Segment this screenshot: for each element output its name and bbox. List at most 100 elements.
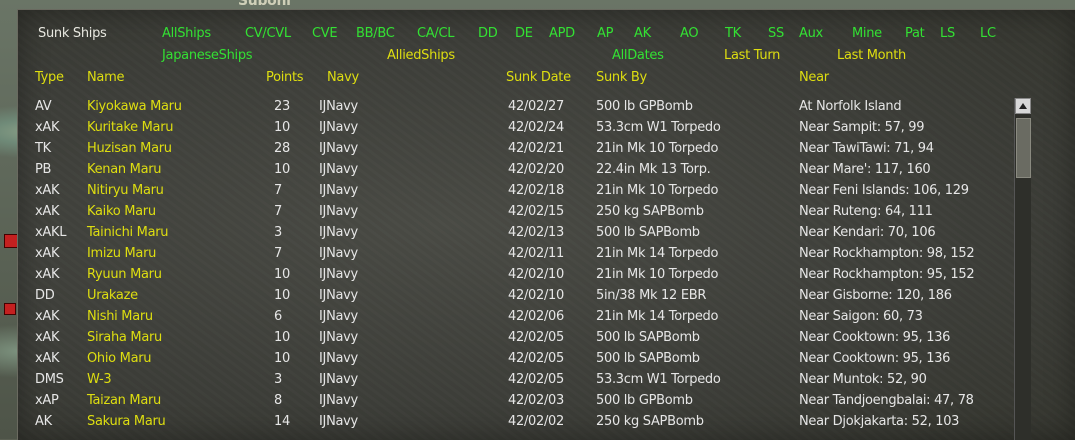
table-row[interactable]: TK Huzisan Maru 28 IJNavy 42/02/21 21in Mk 10… xyxy=(18,141,1003,162)
filter-type-de[interactable]: DE xyxy=(515,26,533,41)
cell-type: xAK xyxy=(35,330,60,345)
table-row[interactable]: DMS W-3 3 IJNavy 42/02/05 53.3cm W1 Torpedo Ne… xyxy=(18,372,1003,393)
cell-type: TK xyxy=(35,141,51,156)
column-header-near[interactable]: Near xyxy=(799,70,829,85)
filter-type-cve[interactable]: CVE xyxy=(312,26,338,41)
cell-navy: IJNavy xyxy=(319,246,358,261)
column-header-sunk-date[interactable]: Sunk Date xyxy=(506,70,571,85)
table-row[interactable]: PB Kenan Maru 10 IJNavy 42/02/20 22.4in Mk 13… xyxy=(18,162,1003,183)
cell-points: 10 xyxy=(274,162,290,177)
scroll-up-arrow-icon[interactable] xyxy=(1015,98,1031,114)
table-row[interactable]: xAK Kaiko Maru 7 IJNavy 42/02/15 250 kg SAPBo… xyxy=(18,204,1003,225)
cell-name[interactable]: Kaiko Maru xyxy=(87,204,156,219)
cell-sunk-by: 500 lb SAPBomb xyxy=(596,225,700,240)
table-row[interactable]: xAKL Tainichi Maru 3 IJNavy 42/02/13 500 lb S… xyxy=(18,225,1003,246)
cell-points: 7 xyxy=(274,246,282,261)
table-row[interactable]: AK Sakura Maru 14 IJNavy 42/02/02 250 kg SAPB… xyxy=(18,414,1003,435)
filter-type-ca-cl[interactable]: CA/CL xyxy=(417,26,454,41)
cell-type: xAK xyxy=(35,309,60,324)
map-base-marker[interactable] xyxy=(4,234,18,248)
cell-near: Near Muntok: 52, 90 xyxy=(799,372,927,387)
cell-points: 14 xyxy=(274,414,290,429)
column-header-points[interactable]: Points xyxy=(266,70,304,85)
filter-last-turn[interactable]: Last Turn xyxy=(724,48,780,63)
scroll-thumb[interactable] xyxy=(1016,118,1031,178)
filter-type-cv-cvl[interactable]: CV/CVL xyxy=(245,26,291,41)
filter-type-lc[interactable]: LC xyxy=(980,26,996,41)
cell-near: Near Mare': 117, 160 xyxy=(799,162,931,177)
cell-sunk-by: 53.3cm W1 Torpedo xyxy=(596,120,721,135)
vertical-scrollbar[interactable] xyxy=(1014,98,1031,440)
cell-name[interactable]: W-3 xyxy=(87,372,112,387)
filter-last-month[interactable]: Last Month xyxy=(837,48,906,63)
cell-navy: IJNavy xyxy=(319,372,358,387)
table-row[interactable]: xAK Imizu Maru 7 IJNavy 42/02/11 21in Mk 14 T… xyxy=(18,246,1003,267)
cell-sunk-date: 42/02/05 xyxy=(508,372,564,387)
filter-type-dd[interactable]: DD xyxy=(478,26,498,41)
filter-type-ap[interactable]: AP xyxy=(597,26,613,41)
cell-navy: IJNavy xyxy=(319,183,358,198)
table-row[interactable]: xAK Nishi Maru 6 IJNavy 42/02/06 21in Mk 14 T… xyxy=(18,309,1003,330)
column-header-type[interactable]: Type xyxy=(35,70,64,85)
table-row[interactable]: xAK Siraha Maru 10 IJNavy 42/02/05 500 lb SAP… xyxy=(18,330,1003,351)
filter-all-dates[interactable]: AllDates xyxy=(612,48,664,63)
cell-points: 3 xyxy=(274,225,282,240)
filter-allied-ships[interactable]: AlliedShips xyxy=(387,48,455,63)
table-row[interactable]: DD Urakaze 10 IJNavy 42/02/10 5in/38 Mk 12 EB… xyxy=(18,288,1003,309)
filter-type-ls[interactable]: LS xyxy=(940,26,955,41)
cell-name[interactable]: Urakaze xyxy=(87,288,138,303)
cell-name[interactable]: Sakura Maru xyxy=(87,414,166,429)
cell-name[interactable]: Siraha Maru xyxy=(87,330,162,345)
cell-name[interactable]: Huzisan Maru xyxy=(87,141,172,156)
filter-type-bb-bc[interactable]: BB/BC xyxy=(356,26,395,41)
cell-type: xAK xyxy=(35,351,60,366)
cell-name[interactable]: Tainichi Maru xyxy=(87,225,169,240)
cell-type: xAKL xyxy=(35,225,67,240)
table-row[interactable]: AV Kiyokawa Maru 23 IJNavy 42/02/27 500 lb GP… xyxy=(18,99,1003,120)
cell-points: 8 xyxy=(274,393,282,408)
cell-name[interactable]: Nitiryu Maru xyxy=(87,183,164,198)
cell-sunk-by: 500 lb SAPBomb xyxy=(596,330,700,345)
cell-sunk-by: 250 kg SAPBomb xyxy=(596,414,704,429)
cell-name[interactable]: Imizu Maru xyxy=(87,246,156,261)
cell-name[interactable]: Nishi Maru xyxy=(87,309,153,324)
filter-type-aux[interactable]: Aux xyxy=(799,26,823,41)
cell-name[interactable]: Taizan Maru xyxy=(87,393,161,408)
cell-sunk-by: 22.4in Mk 13 Torp. xyxy=(596,162,711,177)
filter-type-pat[interactable]: Pat xyxy=(905,26,925,41)
cell-name[interactable]: Kiyokawa Maru xyxy=(87,99,182,114)
cell-points: 10 xyxy=(274,288,290,303)
filter-type-ss[interactable]: SS xyxy=(768,26,784,41)
filter-type-ak[interactable]: AK xyxy=(634,26,651,41)
table-row[interactable]: xAK Ohio Maru 10 IJNavy 42/02/05 500 lb SAPBo… xyxy=(18,351,1003,372)
filter-type-allships[interactable]: AllShips xyxy=(162,26,211,41)
cell-near: Near Kendari: 70, 106 xyxy=(799,225,936,240)
cell-name[interactable]: Kenan Maru xyxy=(87,162,162,177)
cell-sunk-date: 42/02/06 xyxy=(508,309,564,324)
cell-sunk-by: 250 kg SAPBomb xyxy=(596,204,704,219)
table-row[interactable]: xAK Ryuun Maru 10 IJNavy 42/02/10 21in Mk 10 … xyxy=(18,267,1003,288)
filter-japanese-ships[interactable]: JapaneseShips xyxy=(162,48,253,63)
column-header-sunk-by[interactable]: Sunk By xyxy=(596,70,647,85)
filter-type-tk[interactable]: TK xyxy=(725,26,741,41)
map-base-marker[interactable] xyxy=(4,303,16,315)
cell-navy: IJNavy xyxy=(319,204,358,219)
table-row[interactable]: xAP Taizan Maru 8 IJNavy 42/02/03 500 lb GPBo… xyxy=(18,393,1003,414)
window-title: Sunk Ships xyxy=(38,26,107,41)
cell-type: AK xyxy=(35,414,52,429)
column-header-navy[interactable]: Navy xyxy=(327,70,359,85)
table-row[interactable]: xAK Nitiryu Maru 7 IJNavy 42/02/18 21in Mk 10… xyxy=(18,183,1003,204)
cell-sunk-date: 42/02/11 xyxy=(508,246,564,261)
cell-near: Near Tandjoengbalai: 47, 78 xyxy=(799,393,974,408)
cell-sunk-by: 500 lb GPBomb xyxy=(596,99,693,114)
filter-type-apd[interactable]: APD xyxy=(549,26,575,41)
cell-sunk-by: 500 lb SAPBomb xyxy=(596,351,700,366)
cell-near: Near Cooktown: 95, 136 xyxy=(799,351,951,366)
column-header-name[interactable]: Name xyxy=(87,70,124,85)
cell-name[interactable]: Ryuun Maru xyxy=(87,267,162,282)
filter-type-ao[interactable]: AO xyxy=(680,26,699,41)
filter-type-mine[interactable]: Mine xyxy=(852,26,882,41)
table-row[interactable]: xAK Kuritake Maru 10 IJNavy 42/02/24 53.3cm W… xyxy=(18,120,1003,141)
cell-name[interactable]: Ohio Maru xyxy=(87,351,152,366)
cell-name[interactable]: Kuritake Maru xyxy=(87,120,174,135)
